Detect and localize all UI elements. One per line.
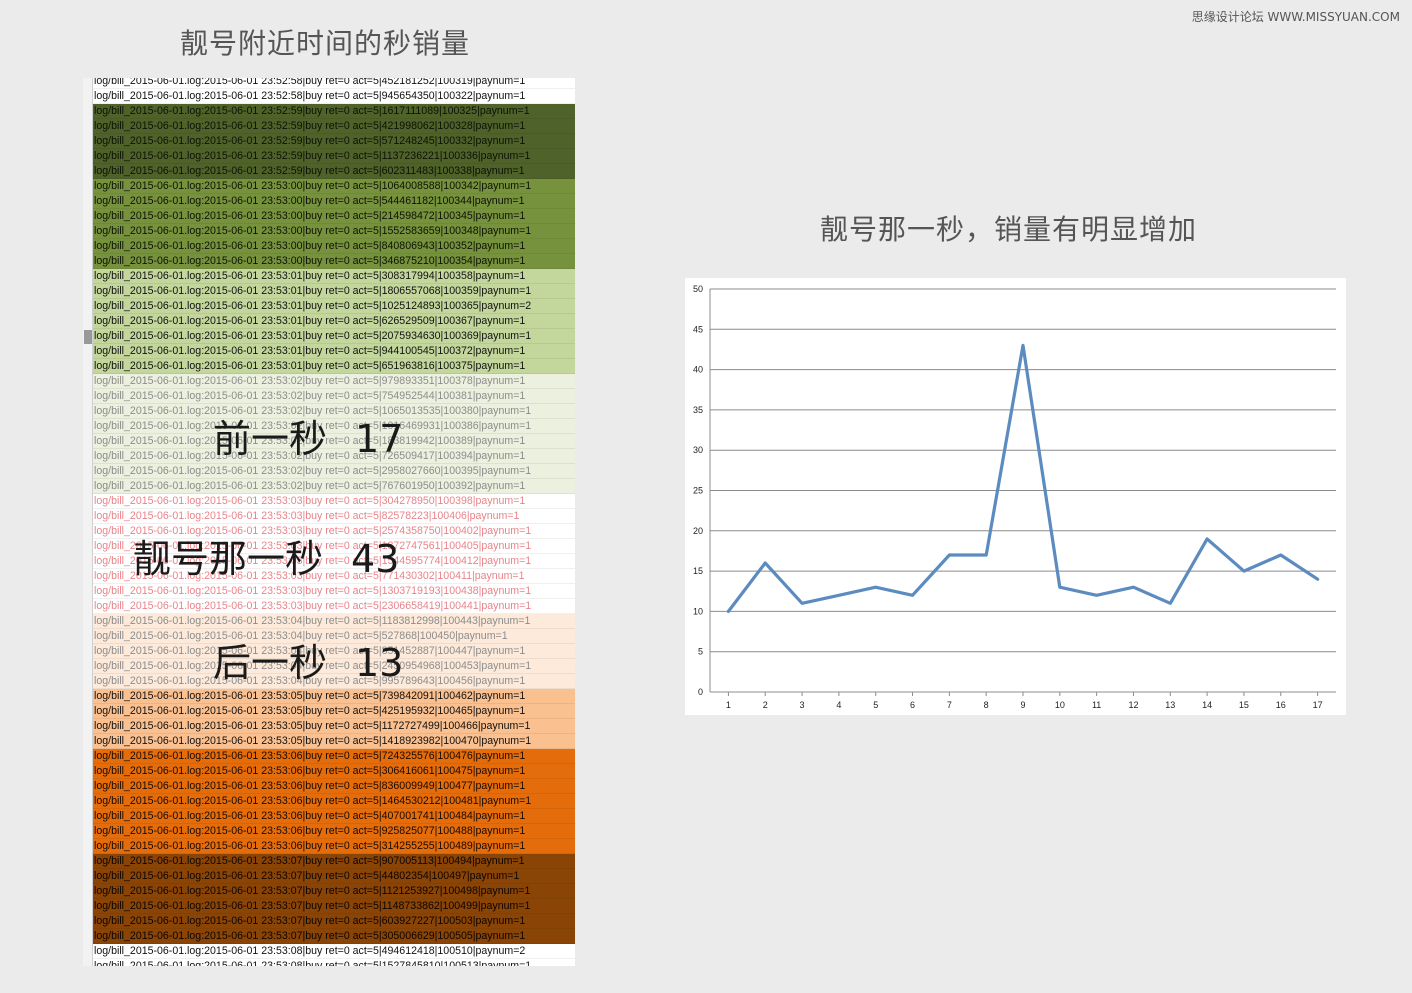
x-tick-label: 6	[910, 700, 915, 710]
y-tick-label: 25	[693, 486, 703, 496]
log-row: log/bill_2015-06-01.log:2015-06-01 23:53…	[92, 254, 575, 269]
selected-row-marker	[84, 330, 92, 344]
chart-panel: 0 5 10 15 20 25 30 35 40 45 50 1 2 3 4 5 6 7 8 9 10 11 12 13 14 1…	[685, 278, 1346, 715]
log-row: log/bill_2015-06-01.log:2015-06-01 23:52…	[92, 119, 575, 134]
x-tick-label: 12	[1128, 700, 1138, 710]
log-row: log/bill_2015-06-01.log:2015-06-01 23:53…	[92, 824, 575, 839]
x-tick-label: 7	[947, 700, 952, 710]
log-row: log/bill_2015-06-01.log:2015-06-01 23:53…	[92, 224, 575, 239]
log-row: log/bill_2015-06-01.log:2015-06-01 23:53…	[92, 359, 575, 374]
log-row: log/bill_2015-06-01.log:2015-06-01 23:53…	[92, 614, 575, 629]
log-row: log/bill_2015-06-01.log:2015-06-01 23:53…	[92, 194, 575, 209]
log-row: log/bill_2015-06-01.log:2015-06-01 23:53…	[92, 869, 575, 884]
label-vanity-second: 靓号那一秒 43	[133, 528, 399, 583]
log-sheet: log/bill_2015-06-01.log:2015-06-01 23:52…	[83, 78, 575, 966]
x-tick-label: 9	[1020, 700, 1025, 710]
log-row: log/bill_2015-06-01.log:2015-06-01 23:53…	[92, 599, 575, 614]
log-row: log/bill_2015-06-01.log:2015-06-01 23:53…	[92, 899, 575, 914]
x-tick-label: 10	[1055, 700, 1065, 710]
x-tick-label: 15	[1239, 700, 1249, 710]
log-row: log/bill_2015-06-01.log:2015-06-01 23:53…	[92, 779, 575, 794]
y-tick-label: 50	[693, 284, 703, 294]
y-tick-label: 15	[693, 566, 703, 576]
x-tick-label: 8	[984, 700, 989, 710]
y-tick-label: 45	[693, 324, 703, 334]
log-row: log/bill_2015-06-01.log:2015-06-01 23:53…	[92, 794, 575, 809]
line-chart: 051015202530354045501 2 3 4 5 6 7 8 9 10 11 12 13 14 1…	[693, 284, 1336, 710]
left-title: 靓号附近时间的秒销量	[180, 27, 471, 60]
label-prev-second: 前一秒 17	[213, 408, 403, 463]
log-row: log/bill_2015-06-01.log:2015-06-01 23:53…	[92, 239, 575, 254]
log-row: log/bill_2015-06-01.log:2015-06-01 23:53…	[92, 839, 575, 854]
x-tick-label: 13	[1165, 700, 1175, 710]
y-tick-label: 20	[693, 526, 703, 536]
log-row: log/bill_2015-06-01.log:2015-06-01 23:53…	[92, 584, 575, 599]
x-tick-label: 14	[1202, 700, 1212, 710]
log-row: log/bill_2015-06-01.log:2015-06-01 23:53…	[92, 509, 575, 524]
log-row: log/bill_2015-06-01.log:2015-06-01 23:53…	[92, 329, 575, 344]
y-tick-label: 40	[693, 365, 703, 375]
log-row: log/bill_2015-06-01.log:2015-06-01 23:53…	[92, 284, 575, 299]
log-row: log/bill_2015-06-01.log:2015-06-01 23:52…	[92, 104, 575, 119]
log-row: log/bill_2015-06-01.log:2015-06-01 23:53…	[92, 494, 575, 509]
log-row: log/bill_2015-06-01.log:2015-06-01 23:53…	[92, 689, 575, 704]
watermark: 思缘设计论坛 WWW.MISSYUAN.COM	[1191, 10, 1400, 24]
log-row: log/bill_2015-06-01.log:2015-06-01 23:53…	[92, 764, 575, 779]
log-row: log/bill_2015-06-01.log:2015-06-01 23:53…	[92, 464, 575, 479]
log-row: log/bill_2015-06-01.log:2015-06-01 23:53…	[92, 749, 575, 764]
label-next-second-value: 13	[355, 641, 404, 685]
log-row: log/bill_2015-06-01.log:2015-06-01 23:53…	[92, 314, 575, 329]
log-row: log/bill_2015-06-01.log:2015-06-01 23:53…	[92, 719, 575, 734]
y-tick-label: 35	[693, 405, 703, 415]
label-vanity-second-value: 43	[351, 537, 400, 581]
row-gutter	[83, 78, 93, 966]
log-row: log/bill_2015-06-01.log:2015-06-01 23:53…	[92, 479, 575, 494]
log-row: log/bill_2015-06-01.log:2015-06-01 23:53…	[92, 374, 575, 389]
chart-title: 靓号那一秒，销量有明显增加	[820, 213, 1198, 246]
label-next-second-text: 后一秒	[213, 641, 328, 685]
label-vanity-second-text: 靓号那一秒	[133, 537, 324, 581]
log-row: log/bill_2015-06-01.log:2015-06-01 23:53…	[92, 299, 575, 314]
log-row: log/bill_2015-06-01.log:2015-06-01 23:53…	[92, 944, 575, 959]
log-row: log/bill_2015-06-01.log:2015-06-01 23:52…	[92, 149, 575, 164]
log-row: log/bill_2015-06-01.log:2015-06-01 23:53…	[92, 929, 575, 944]
log-row: log/bill_2015-06-01.log:2015-06-01 23:53…	[92, 179, 575, 194]
log-row: log/bill_2015-06-01.log:2015-06-01 23:53…	[92, 959, 575, 966]
y-tick-label: 5	[698, 647, 703, 657]
x-tick-label: 2	[763, 700, 768, 710]
log-row: log/bill_2015-06-01.log:2015-06-01 23:52…	[92, 134, 575, 149]
log-row: log/bill_2015-06-01.log:2015-06-01 23:53…	[92, 704, 575, 719]
x-tick-label: 1	[726, 700, 731, 710]
log-row: log/bill_2015-06-01.log:2015-06-01 23:53…	[92, 884, 575, 899]
log-row: log/bill_2015-06-01.log:2015-06-01 23:53…	[92, 809, 575, 824]
log-row: log/bill_2015-06-01.log:2015-06-01 23:52…	[92, 78, 575, 89]
x-tick-label: 5	[873, 700, 878, 710]
label-prev-second-text: 前一秒	[213, 417, 328, 461]
x-tick-label: 17	[1313, 700, 1323, 710]
log-row: log/bill_2015-06-01.log:2015-06-01 23:53…	[92, 209, 575, 224]
log-row: log/bill_2015-06-01.log:2015-06-01 23:53…	[92, 269, 575, 284]
label-prev-second-value: 17	[355, 417, 404, 461]
y-tick-label: 30	[693, 445, 703, 455]
log-row: log/bill_2015-06-01.log:2015-06-01 23:53…	[92, 344, 575, 359]
log-row: log/bill_2015-06-01.log:2015-06-01 23:53…	[92, 734, 575, 749]
log-row: log/bill_2015-06-01.log:2015-06-01 23:53…	[92, 854, 575, 869]
x-tick-label: 16	[1276, 700, 1286, 710]
log-row: log/bill_2015-06-01.log:2015-06-01 23:53…	[92, 389, 575, 404]
log-row: log/bill_2015-06-01.log:2015-06-01 23:52…	[92, 89, 575, 104]
label-next-second: 后一秒 13	[213, 632, 403, 687]
y-tick-label: 10	[693, 606, 703, 616]
log-row: log/bill_2015-06-01.log:2015-06-01 23:53…	[92, 914, 575, 929]
x-tick-label: 4	[836, 700, 841, 710]
x-tick-label: 11	[1092, 700, 1101, 710]
x-tick-label: 3	[800, 700, 805, 710]
y-tick-label: 0	[698, 687, 703, 697]
log-row: log/bill_2015-06-01.log:2015-06-01 23:52…	[92, 164, 575, 179]
